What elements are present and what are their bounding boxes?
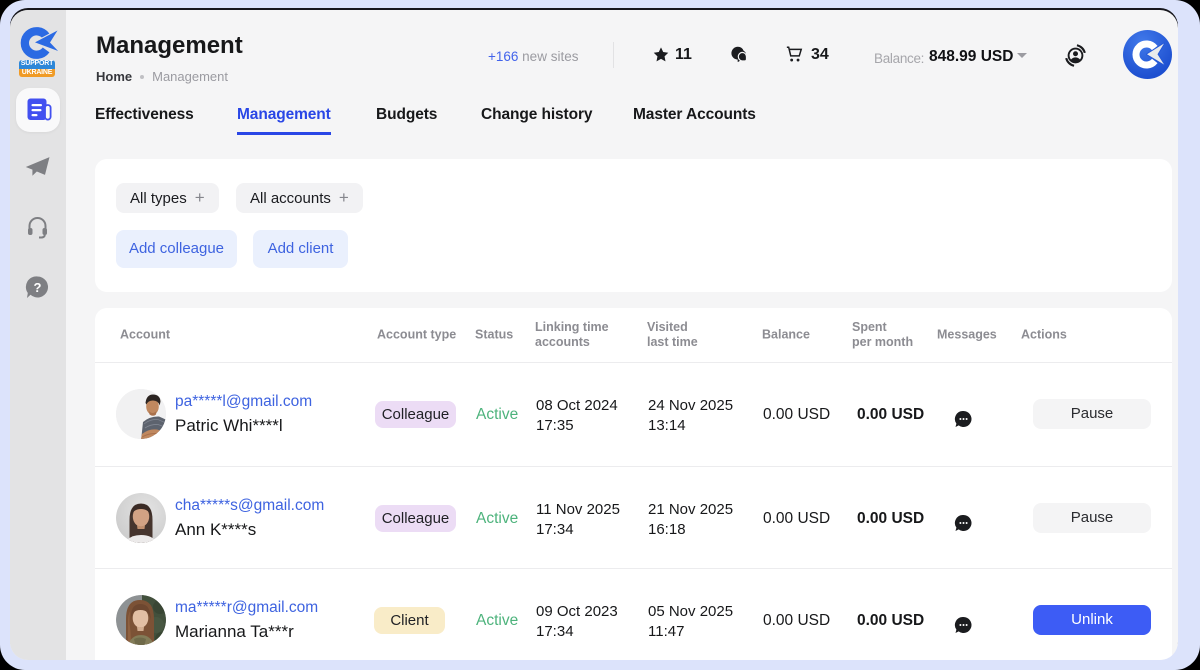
svg-text:?: ? (34, 280, 42, 295)
